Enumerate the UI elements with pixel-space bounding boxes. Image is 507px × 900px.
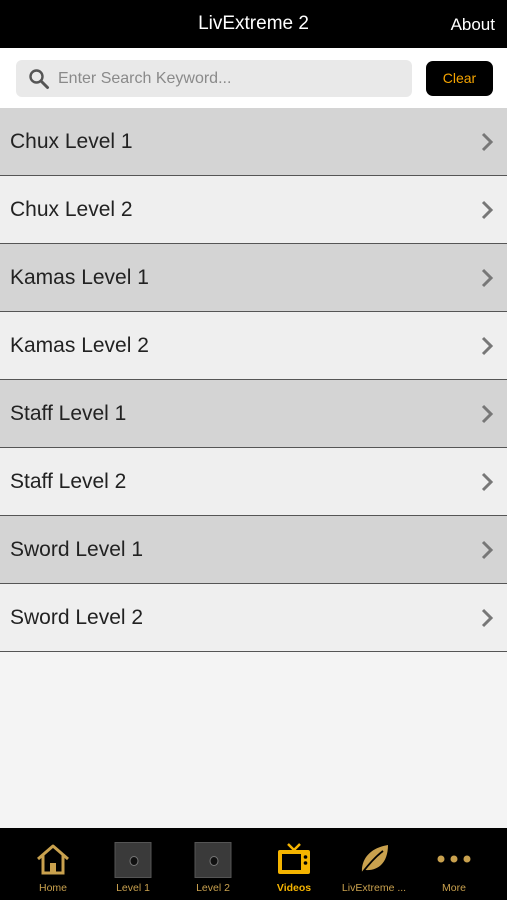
chevron-right-icon (481, 472, 494, 492)
list-item[interactable]: Chux Level 1 (0, 108, 507, 176)
list-item-label: Kamas Level 2 (10, 334, 149, 357)
tab-level-1[interactable]: Level 1 (93, 828, 173, 900)
level-1-thumbnail (114, 842, 152, 878)
tab-livextreme[interactable]: LivExtreme ... (334, 828, 414, 900)
tab-home[interactable]: Home (13, 828, 93, 900)
list-item[interactable]: Kamas Level 2 (0, 312, 507, 380)
search-bar: Clear (0, 48, 507, 108)
list-item[interactable]: Staff Level 1 (0, 380, 507, 448)
list-item-label: Sword Level 2 (10, 606, 144, 629)
list-item-label: Kamas Level 1 (10, 266, 149, 289)
list-item-label: Staff Level 1 (10, 402, 127, 425)
more-dots-icon (437, 855, 471, 863)
tab-label: LivExtreme ... (341, 882, 407, 894)
list-item[interactable]: Chux Level 2 (0, 176, 507, 244)
chevron-right-icon (481, 132, 494, 152)
list-item-label: Chux Level 1 (10, 130, 133, 153)
tv-icon (278, 843, 310, 874)
search-input[interactable] (58, 60, 398, 97)
tab-level-2[interactable]: Level 2 (173, 828, 253, 900)
tab-label: More (442, 882, 466, 894)
home-icon (37, 844, 69, 875)
search-field[interactable] (16, 60, 412, 97)
page-title: LivExtreme 2 (198, 13, 309, 34)
list-item-label: Chux Level 2 (10, 198, 133, 221)
app-screen: LivExtreme 2 About Clear Chux Level 1 Ch… (0, 0, 507, 900)
video-list: Chux Level 1 Chux Level 2 Kamas Level 1 … (0, 108, 507, 652)
leaf-icon (361, 845, 388, 874)
chevron-right-icon (481, 336, 494, 356)
chevron-right-icon (481, 268, 494, 288)
list-item[interactable]: Kamas Level 1 (0, 244, 507, 312)
tab-videos[interactable]: Videos (254, 828, 334, 900)
list-item[interactable]: Sword Level 1 (0, 516, 507, 584)
tab-label: Home (38, 882, 67, 894)
navigation-bar: LivExtreme 2 About (0, 0, 507, 48)
chevron-right-icon (481, 608, 494, 628)
chevron-right-icon (481, 540, 494, 560)
chevron-right-icon (481, 200, 494, 220)
list-item-label: Sword Level 1 (10, 538, 144, 561)
tab-label: Level 2 (196, 882, 230, 894)
list-item[interactable]: Sword Level 2 (0, 584, 507, 652)
list-item[interactable]: Staff Level 2 (0, 448, 507, 516)
list-item-label: Staff Level 2 (10, 470, 127, 493)
level-2-thumbnail (194, 842, 232, 878)
clear-button[interactable]: Clear (426, 61, 493, 96)
tab-more[interactable]: More (414, 828, 494, 900)
tab-label: Videos (276, 882, 312, 894)
chevron-right-icon (481, 404, 494, 424)
about-button[interactable]: About (451, 0, 495, 48)
tab-bar: Home Level 1 Level 2 Videos LivExtreme .… (0, 828, 507, 900)
search-icon (29, 69, 49, 89)
tab-label: Level 1 (116, 882, 150, 894)
